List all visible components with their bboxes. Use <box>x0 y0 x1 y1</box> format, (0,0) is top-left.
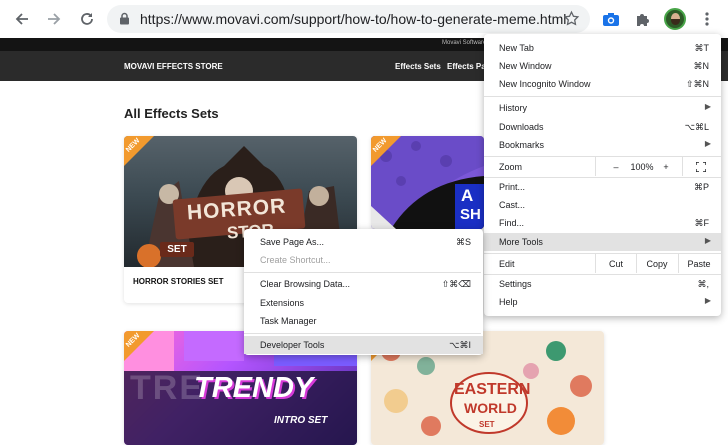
menu-item-new-incognito-window[interactable]: New Incognito Window ⇧⌘N <box>484 75 721 93</box>
menu-separator <box>244 272 481 273</box>
edit-label: Edit <box>499 259 515 269</box>
forward-icon[interactable] <box>42 7 66 31</box>
card-art-background-text: TRE <box>130 369 204 407</box>
submenu-arrow-icon: ▶ <box>704 139 711 148</box>
url-text[interactable]: https://www.movavi.com/support/how-to/ho… <box>140 11 566 27</box>
menu-item-new-window[interactable]: New Window ⌘N <box>484 57 721 75</box>
menu-separator <box>484 96 721 97</box>
zoom-level: 100% <box>630 162 654 172</box>
submenu-item-clear-browsing-data[interactable]: Clear Browsing Data... ⇧⌘⌫ <box>244 275 483 293</box>
lock-icon[interactable] <box>119 12 130 30</box>
fullscreen-icon[interactable] <box>692 158 710 176</box>
top-strip-text: Movavi Software <box>442 40 487 46</box>
new-badge: NEW <box>124 136 154 166</box>
menu-item-help[interactable]: Help ▶ <box>484 293 721 311</box>
menu-item-settings[interactable]: Settings ⌘, <box>484 275 721 293</box>
star-icon[interactable] <box>563 10 580 32</box>
menu-item-bookmarks[interactable]: Bookmarks ▶ <box>484 136 721 154</box>
menu-item-downloads[interactable]: Downloads ⌥⌘L <box>484 118 721 136</box>
card-art-title: EASTERN <box>454 381 531 398</box>
menu-separator <box>244 333 481 334</box>
avatar[interactable] <box>664 8 686 30</box>
menu-item-more-tools[interactable]: More Tools ▶ <box>484 233 721 251</box>
copy-button[interactable]: Copy <box>637 255 677 273</box>
site-brand[interactable]: MOVAVI EFFECTS STORE <box>124 62 223 71</box>
cut-button[interactable]: Cut <box>596 255 636 273</box>
menu-edit-row: Edit Cut Copy Paste <box>484 254 721 273</box>
kebab-menu-icon[interactable] <box>695 7 719 31</box>
new-badge: NEW <box>371 136 401 166</box>
submenu-arrow-icon: ▶ <box>704 102 711 111</box>
menu-item-cast[interactable]: Cast... <box>484 196 721 214</box>
new-badge: NEW <box>124 331 154 361</box>
submenu-arrow-icon: ▶ <box>704 236 711 245</box>
back-icon[interactable] <box>10 7 34 31</box>
page-title: All Effects Sets <box>124 106 219 121</box>
paste-button[interactable]: Paste <box>679 255 719 273</box>
reload-icon[interactable] <box>75 7 99 31</box>
card-art-set-label: SET <box>479 420 495 429</box>
zoom-in-button[interactable]: + <box>660 158 672 176</box>
menu-item-print[interactable]: Print... ⌘P <box>484 178 721 196</box>
puzzle-icon[interactable] <box>631 7 655 31</box>
camera-icon[interactable] <box>599 7 623 31</box>
card-art-subtitle: WORLD <box>464 400 517 416</box>
more-tools-submenu: Save Page As... ⌘S Create Shortcut... Cle… <box>244 229 483 355</box>
submenu-item-create-shortcut: Create Shortcut... <box>260 255 331 265</box>
card-art-subtitle: SH <box>460 206 481 223</box>
menu-item-new-tab[interactable]: New Tab ⌘T <box>484 39 721 57</box>
card-caption[interactable]: HORROR STORIES SET <box>133 277 224 286</box>
submenu-arrow-icon: ▶ <box>704 296 711 305</box>
card-action-shapes[interactable]: A SH NEW <box>371 136 484 229</box>
submenu-item-extensions[interactable]: Extensions <box>244 294 483 312</box>
menu-item-history[interactable]: History ▶ <box>484 99 721 117</box>
address-bar[interactable]: https://www.movavi.com/support/how-to/ho… <box>107 5 590 33</box>
menu-zoom-row: Zoom – 100% + <box>484 157 721 176</box>
submenu-item-developer-tools[interactable]: Developer Tools ⌥⌘I <box>244 336 483 354</box>
nav-effects-sets[interactable]: Effects Sets <box>395 62 441 71</box>
chrome-main-menu: New Tab ⌘T New Window ⌘N New Incognito Win… <box>484 34 721 316</box>
menu-item-find[interactable]: Find... ⌘F <box>484 214 721 232</box>
zoom-label: Zoom <box>499 162 523 172</box>
card-art-subtitle: INTRO SET <box>274 415 328 426</box>
card-art-title: A <box>461 186 474 205</box>
card-art-title: TRENDY <box>194 372 314 404</box>
submenu-item-task-manager[interactable]: Task Manager <box>244 312 483 330</box>
submenu-item-save-page-as[interactable]: Save Page As... ⌘S <box>244 233 483 251</box>
card-art-set-label: SET <box>160 242 194 257</box>
zoom-out-button[interactable]: – <box>610 158 622 176</box>
